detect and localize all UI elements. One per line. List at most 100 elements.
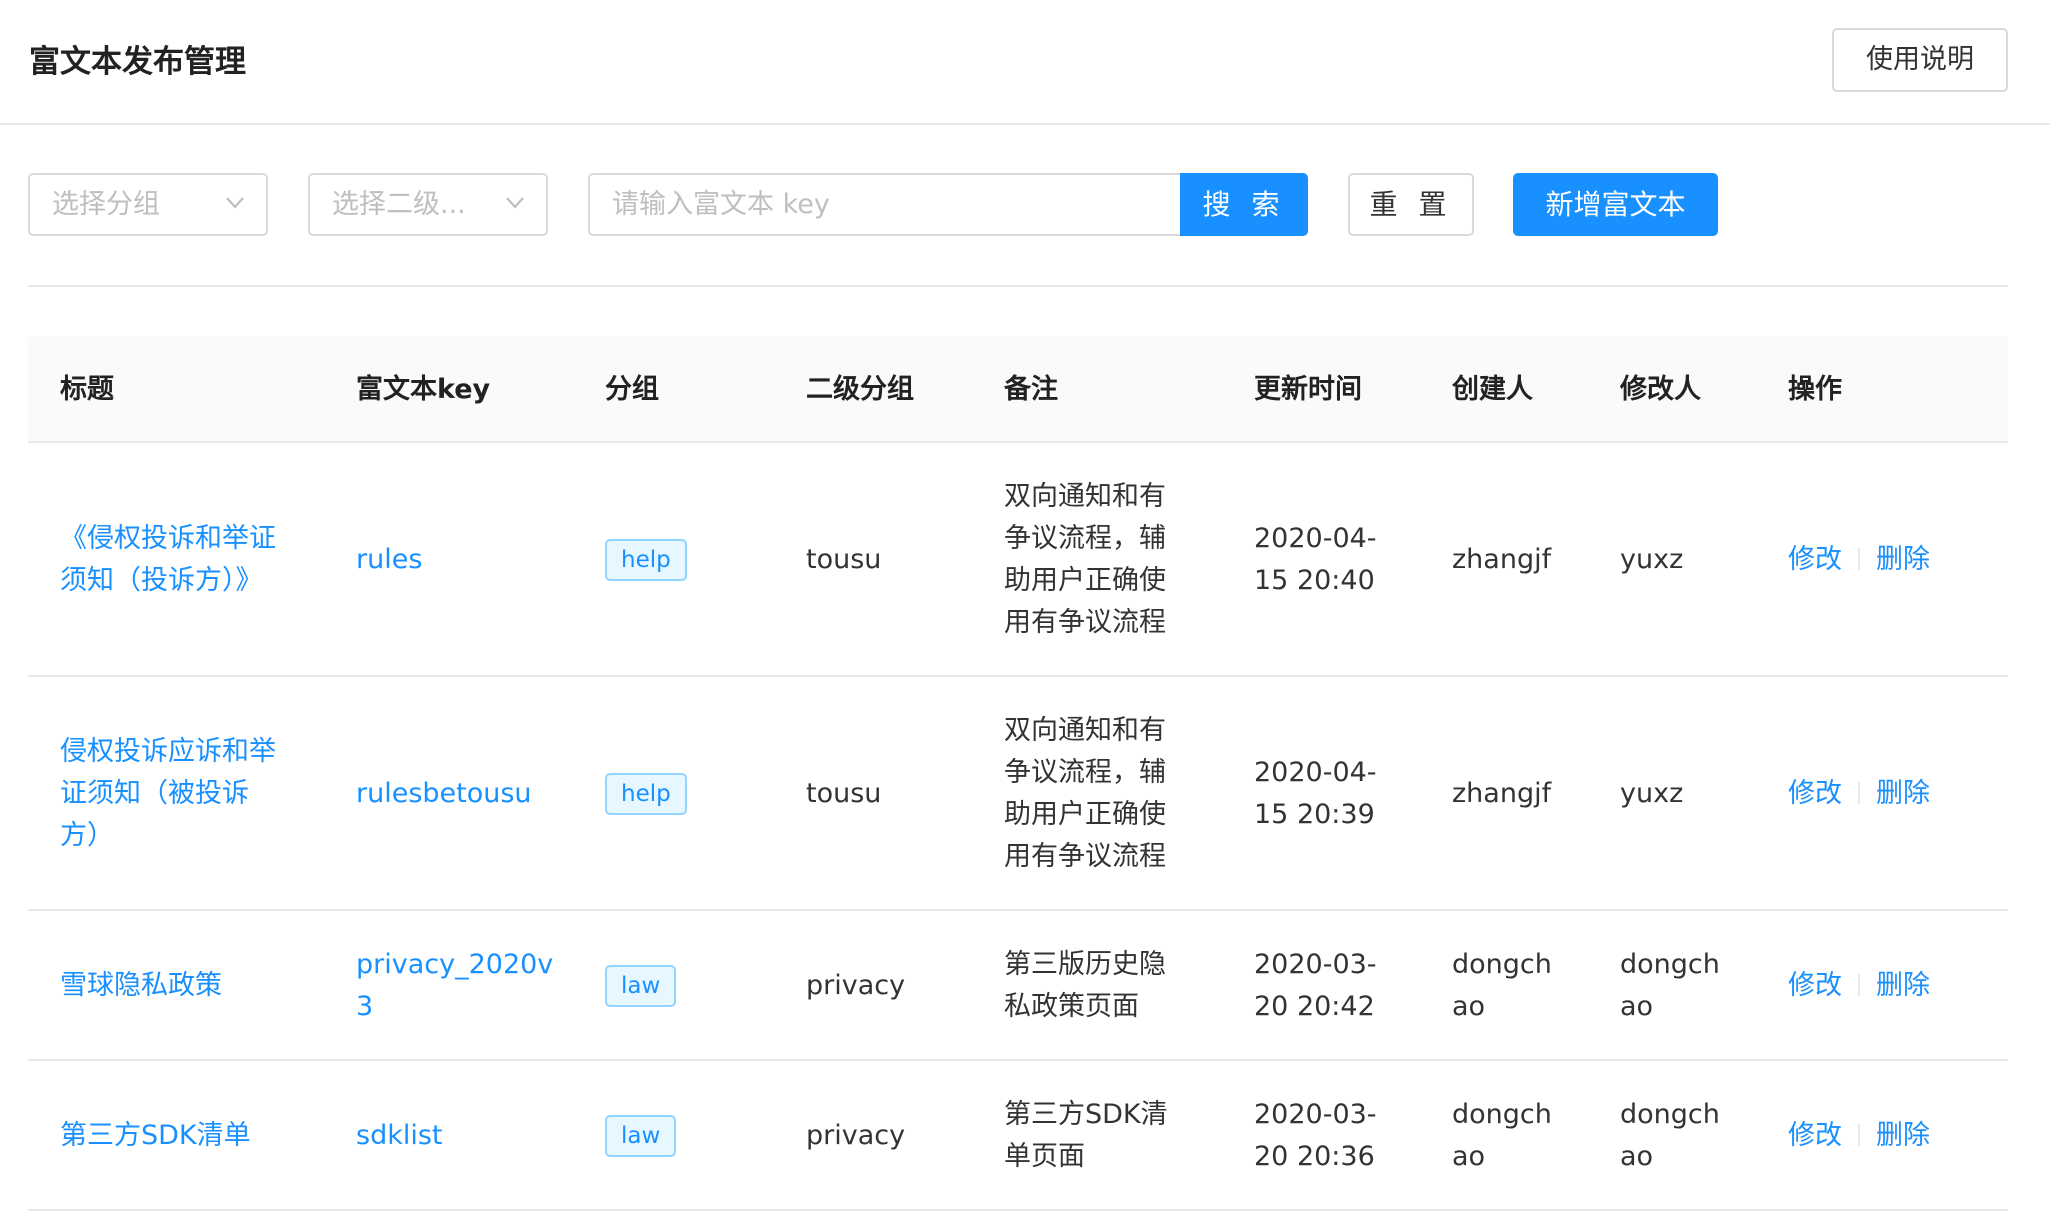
chevron-down-icon: [506, 197, 524, 213]
creator-cell: zhangjf: [1452, 539, 1582, 581]
group-select[interactable]: 选择分组: [28, 173, 268, 236]
creator-cell-line: dongch: [1452, 1099, 1552, 1130]
key-link-line: rulesbetousu: [356, 778, 532, 809]
action-divider: [1858, 547, 1860, 570]
updated-cell: 2020-03- 20 20:42: [1254, 944, 1414, 1028]
subgroup-select-placeholder: 选择二级...: [332, 189, 466, 220]
title-link-line: 证须知（被投诉: [60, 778, 249, 809]
row-actions: 修改 删除: [1788, 1115, 1930, 1157]
modifier-cell: yuxz: [1620, 539, 1750, 581]
column-header-creator: 创建人: [1452, 374, 1533, 405]
remark-cell-line: 私政策页面: [1004, 991, 1139, 1022]
subgroup-select[interactable]: 选择二级...: [308, 173, 548, 236]
title-link-line: 方）: [60, 820, 114, 851]
remark-cell-line: 双向通知和有: [1004, 715, 1166, 746]
modifier-cell: yuxz: [1620, 773, 1750, 815]
row-actions: 修改 删除: [1788, 539, 1930, 581]
remark-cell-line: 用有争议流程: [1004, 607, 1166, 638]
creator-cell-line: zhangjf: [1452, 778, 1552, 809]
updated-cell-line: 2020-04-: [1254, 757, 1377, 788]
modifier-cell-line: dongch: [1620, 1099, 1720, 1130]
group-select-placeholder: 选择分组: [52, 189, 160, 220]
remark-cell-line: 单页面: [1004, 1141, 1085, 1172]
action-divider: [1858, 973, 1860, 996]
search-group: 搜 索: [588, 173, 1308, 236]
table-row: 雪球隐私政策 privacy_2020v 3 law privacy 第三版历史隐 私政策页…: [28, 911, 2008, 1061]
remark-cell-line: 助用户正确使: [1004, 799, 1166, 830]
search-button[interactable]: 搜 索: [1180, 173, 1308, 236]
key-link[interactable]: sdklist: [356, 1115, 556, 1157]
remark-cell: 第三方SDK清 单页面: [1004, 1094, 1204, 1178]
table-row: 《侵权投诉和举证 须知（投诉方）》 rules help tousu 双向通知和有 争议流程…: [28, 443, 2008, 677]
key-link[interactable]: privacy_2020v 3: [356, 944, 556, 1028]
creator-cell-line: ao: [1452, 991, 1486, 1022]
modifier-cell: dongch ao: [1620, 944, 1750, 1028]
table-header: 标题 富文本key 分组 二级分组 备注 更新时间 创建人 修改人 操作: [28, 336, 2008, 443]
creator-cell-line: dongch: [1452, 949, 1552, 980]
updated-cell-line: 2020-03-: [1254, 1099, 1377, 1130]
subgroup-cell: tousu: [806, 544, 882, 575]
subgroup-cell: privacy: [806, 1120, 906, 1151]
remark-cell: 双向通知和有 争议流程，辅 助用户正确使 用有争议流程: [1004, 710, 1204, 878]
delete-link[interactable]: 删除: [1876, 778, 1930, 809]
delete-link[interactable]: 删除: [1876, 1120, 1930, 1151]
creator-cell-line: zhangjf: [1452, 544, 1552, 575]
updated-cell-line: 2020-04-: [1254, 523, 1377, 554]
updated-cell-line: 20 20:36: [1254, 1141, 1375, 1172]
column-header-modifier: 修改人: [1620, 374, 1701, 405]
updated-cell-line: 15 20:39: [1254, 799, 1375, 830]
creator-cell: dongch ao: [1452, 944, 1582, 1028]
delete-link[interactable]: 删除: [1876, 970, 1930, 1001]
page-header: 富文本发布管理 使用说明: [0, 0, 2050, 125]
edit-link[interactable]: 修改: [1788, 778, 1842, 809]
column-header-updated: 更新时间: [1254, 374, 1362, 405]
row-actions: 修改 删除: [1788, 773, 1930, 815]
filter-bar: 选择分组 选择二级... 搜 索 重 置 新增富文本: [0, 170, 2050, 238]
creator-cell: dongch ao: [1452, 1094, 1582, 1178]
key-link[interactable]: rulesbetousu: [356, 773, 556, 815]
remark-cell-line: 第三版历史隐: [1004, 949, 1166, 980]
remark-cell-line: 助用户正确使: [1004, 565, 1166, 596]
title-link[interactable]: 侵权投诉应诉和举 证须知（被投诉 方）: [60, 731, 300, 857]
delete-link[interactable]: 删除: [1876, 544, 1930, 575]
search-input[interactable]: [588, 173, 1182, 236]
updated-cell: 2020-03- 20 20:36: [1254, 1094, 1414, 1178]
column-header-subgroup: 二级分组: [806, 374, 914, 405]
edit-link[interactable]: 修改: [1788, 1120, 1842, 1151]
edit-link[interactable]: 修改: [1788, 970, 1842, 1001]
modifier-cell-line: yuxz: [1620, 778, 1684, 809]
column-header-remark: 备注: [1004, 374, 1058, 405]
table-row: 侵权投诉应诉和举 证须知（被投诉 方） rulesbetousu help tousu 双向…: [28, 677, 2008, 911]
table-row: 第三方SDK清单 sdklist law privacy 第三方SDK清 单页面 2020-…: [28, 1061, 2008, 1211]
add-rich-text-button[interactable]: 新增富文本: [1513, 173, 1718, 236]
key-link-line: 3: [356, 991, 374, 1022]
column-header-group: 分组: [605, 374, 659, 405]
group-tag: law: [605, 965, 677, 1007]
row-actions: 修改 删除: [1788, 965, 1930, 1007]
key-link-line: sdklist: [356, 1120, 443, 1151]
title-link[interactable]: 《侵权投诉和举证 须知（投诉方）》: [60, 518, 300, 602]
group-tag: help: [605, 773, 687, 815]
updated-cell-line: 20 20:42: [1254, 991, 1375, 1022]
action-divider: [1858, 781, 1860, 804]
subgroup-cell: privacy: [806, 970, 906, 1001]
reset-button[interactable]: 重 置: [1348, 173, 1474, 236]
group-tag: help: [605, 539, 687, 581]
title-link[interactable]: 雪球隐私政策: [60, 965, 300, 1007]
column-header-title: 标题: [60, 374, 114, 405]
remark-cell-line: 争议流程，辅: [1004, 757, 1166, 788]
updated-cell-line: 2020-03-: [1254, 949, 1377, 980]
help-button[interactable]: 使用说明: [1832, 28, 2008, 92]
action-divider: [1858, 1123, 1860, 1146]
title-link-line: 侵权投诉应诉和举: [60, 736, 276, 767]
title-link-line: 《侵权投诉和举证: [60, 523, 276, 554]
creator-cell-line: ao: [1452, 1141, 1486, 1172]
key-link-line: privacy_2020v: [356, 949, 554, 980]
modifier-cell-line: ao: [1620, 991, 1654, 1022]
title-link[interactable]: 第三方SDK清单: [60, 1115, 300, 1157]
modifier-cell: dongch ao: [1620, 1094, 1750, 1178]
key-link[interactable]: rules: [356, 539, 556, 581]
edit-link[interactable]: 修改: [1788, 544, 1842, 575]
title-link-line: 雪球隐私政策: [60, 970, 222, 1001]
updated-cell: 2020-04- 15 20:40: [1254, 518, 1414, 602]
